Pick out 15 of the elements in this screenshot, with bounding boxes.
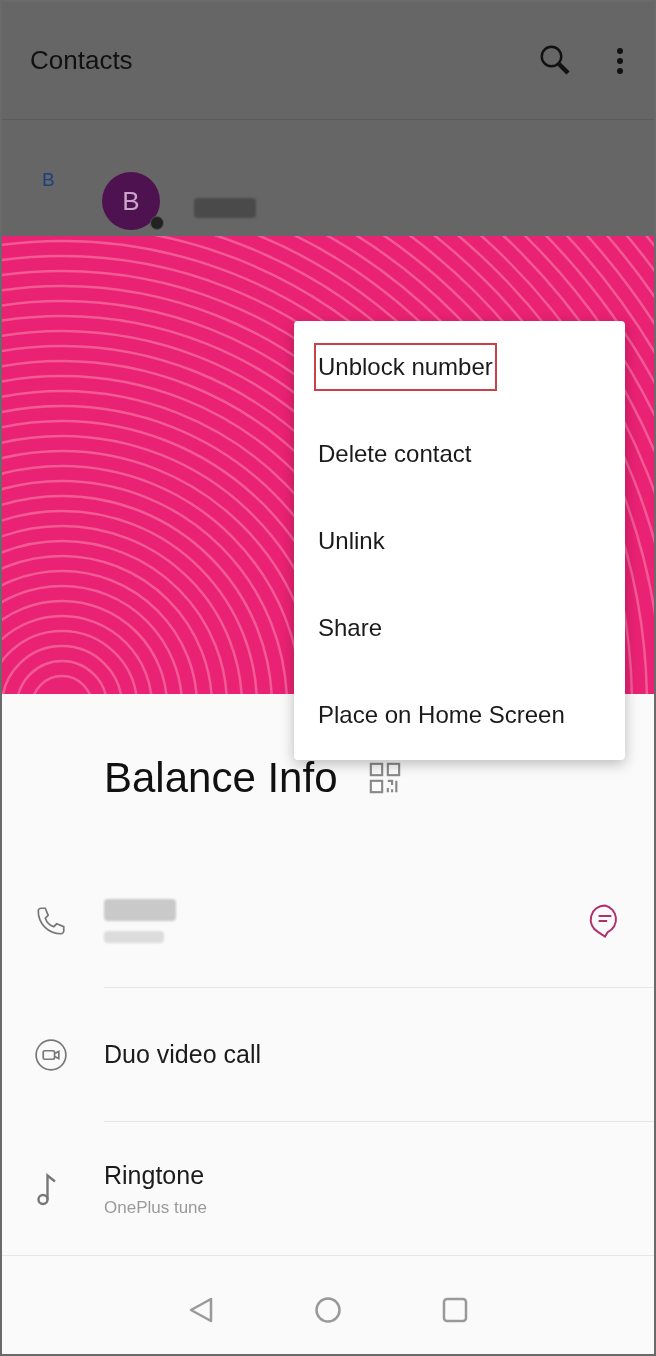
menu-item[interactable]: Unblock number — [314, 342, 497, 391]
menu-item[interactable]: Unlink — [318, 522, 385, 559]
menu-item[interactable]: Share — [318, 609, 383, 646]
section-letter: B — [42, 168, 56, 192]
detail-row[interactable]: Ringtone OnePlus tune — [2, 1122, 654, 1255]
row-subtitle: OnePlus tune — [104, 1196, 207, 1219]
avatar: B — [102, 172, 160, 230]
contact-name: Balance Info — [104, 756, 338, 800]
detail-row[interactable]: Duo video call — [2, 988, 654, 1121]
contact-list-row[interactable]: B B — [2, 120, 654, 236]
menu-item[interactable]: Delete contact — [318, 435, 472, 472]
app-title: Contacts — [30, 44, 134, 77]
row-title: Ringtone — [104, 1160, 206, 1191]
row-title: Duo video call — [104, 1038, 262, 1070]
menu-item[interactable]: Place on Home Screen — [318, 696, 565, 733]
